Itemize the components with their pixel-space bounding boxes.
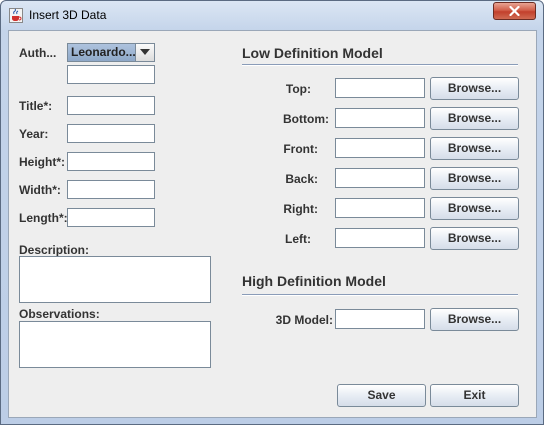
author-dropdown-button[interactable]	[135, 44, 154, 61]
description-label: Description:	[19, 243, 90, 257]
right-path-field[interactable]	[335, 198, 425, 218]
year-field[interactable]	[67, 124, 155, 143]
length-field[interactable]	[67, 208, 155, 227]
year-label: Year:	[19, 127, 49, 141]
top-browse-button[interactable]: Browse...	[430, 77, 519, 100]
right-browse-button[interactable]: Browse...	[430, 197, 519, 220]
bottom-label: Bottom:	[283, 112, 329, 126]
window-title: Insert 3D Data	[29, 8, 107, 22]
title-bar[interactable]: Insert 3D Data	[1, 1, 543, 30]
close-button[interactable]	[493, 2, 536, 20]
left-label: Left:	[285, 232, 311, 246]
author-selected-value: Leonardo...	[68, 44, 135, 61]
high-definition-divider	[242, 294, 518, 296]
observations-textarea[interactable]	[19, 321, 211, 368]
author-label: Auth...	[19, 46, 57, 60]
author-combobox[interactable]: Leonardo...	[67, 43, 155, 62]
chevron-down-icon	[140, 49, 150, 55]
low-definition-title: Low Definition Model	[242, 45, 383, 61]
height-field[interactable]	[67, 152, 155, 171]
width-label: Width*:	[19, 183, 61, 197]
dialog-window: Insert 3D Data Auth... Leonardo... Title…	[0, 0, 544, 425]
right-label: Right:	[283, 202, 318, 216]
close-icon	[509, 6, 520, 16]
back-path-field[interactable]	[335, 168, 425, 188]
back-label: Back:	[285, 172, 318, 186]
height-label: Height*:	[19, 155, 65, 169]
low-definition-divider	[242, 64, 518, 66]
window-bottom-border	[1, 418, 543, 424]
3d-model-path-field[interactable]	[335, 309, 425, 329]
high-definition-title: High Definition Model	[242, 273, 386, 289]
front-label: Front:	[283, 142, 318, 156]
title-label: Title*:	[19, 99, 53, 113]
3d-model-browse-button[interactable]: Browse...	[430, 308, 519, 331]
width-field[interactable]	[67, 180, 155, 199]
top-label: Top:	[285, 82, 311, 96]
exit-button[interactable]: Exit	[430, 384, 519, 407]
observations-label: Observations:	[19, 307, 100, 321]
left-path-field[interactable]	[335, 228, 425, 248]
description-textarea[interactable]	[19, 256, 211, 303]
author-extra-field[interactable]	[67, 65, 155, 84]
dialog-content: Auth... Leonardo... Title*: Year: Height…	[8, 30, 537, 418]
front-browse-button[interactable]: Browse...	[430, 137, 519, 160]
java-cup-icon	[9, 8, 23, 23]
left-browse-button[interactable]: Browse...	[430, 227, 519, 250]
save-button[interactable]: Save	[337, 384, 426, 407]
title-field[interactable]	[67, 96, 155, 115]
3d-model-label: 3D Model:	[275, 313, 333, 327]
top-path-field[interactable]	[335, 78, 425, 98]
length-label: Length*:	[19, 211, 68, 225]
bottom-path-field[interactable]	[335, 108, 425, 128]
bottom-browse-button[interactable]: Browse...	[430, 107, 519, 130]
front-path-field[interactable]	[335, 138, 425, 158]
back-browse-button[interactable]: Browse...	[430, 167, 519, 190]
